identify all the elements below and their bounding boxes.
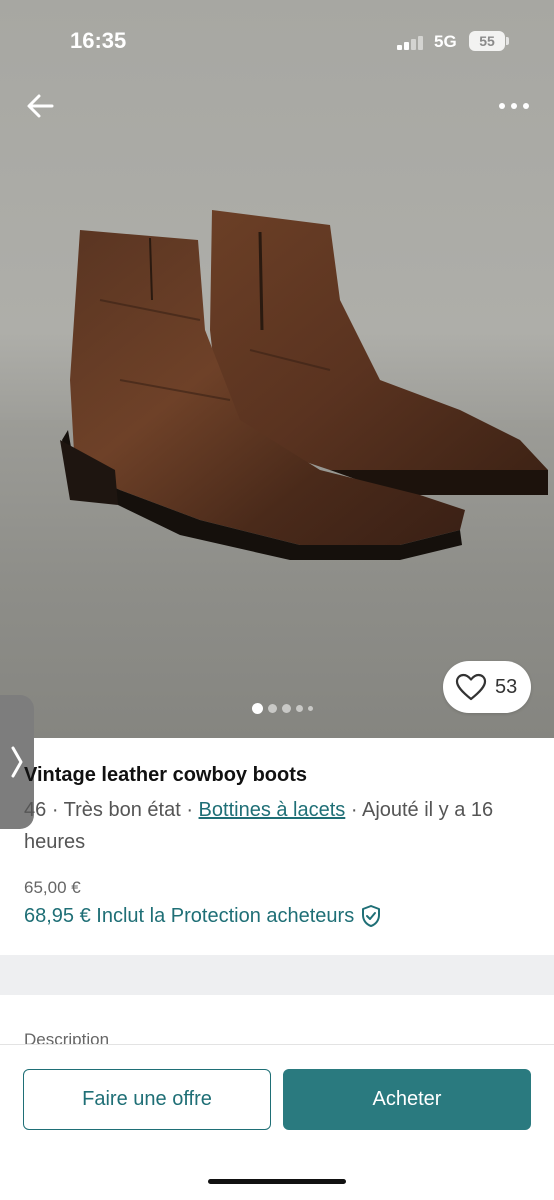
- back-arrow-icon[interactable]: [22, 88, 58, 124]
- item-category-link[interactable]: Bottines à lacets: [199, 799, 346, 821]
- item-size: 46: [24, 799, 47, 821]
- item-price: 65,00 €: [24, 878, 81, 897]
- status-time: 16:35: [70, 28, 127, 53]
- price-with-protection-label: 68,95 € Inclut la Protection acheteurs: [24, 904, 355, 927]
- item-meta: 46 · Très bon état · Bottines à lacets ·…: [24, 794, 524, 858]
- carousel-dot[interactable]: [268, 704, 277, 713]
- section-divider: [0, 955, 554, 995]
- carousel-dots[interactable]: [252, 703, 313, 714]
- carousel-dot[interactable]: [252, 703, 263, 714]
- carousel-dot[interactable]: [282, 704, 291, 713]
- item-condition: · Très bon état ·: [51, 799, 193, 821]
- carousel-dot[interactable]: [296, 705, 303, 712]
- bottom-action-bar: Faire une offre Acheter: [0, 1044, 554, 1200]
- item-title: Vintage leather cowboy boots: [24, 764, 308, 786]
- chevron-right-icon: [11, 746, 23, 778]
- status-bar: 16:35 5G 55: [0, 0, 554, 80]
- boots-image: [60, 210, 548, 560]
- heart-icon: [455, 673, 487, 701]
- buy-button[interactable]: Acheter: [283, 1069, 531, 1130]
- favourite-button[interactable]: 53: [443, 661, 531, 713]
- network-label: 5G: [434, 32, 457, 51]
- battery-icon: 55: [469, 31, 509, 51]
- price-with-protection[interactable]: 68,95 € Inclut la Protection acheteurs: [24, 904, 382, 928]
- home-indicator[interactable]: [208, 1179, 346, 1184]
- carousel-dot[interactable]: [308, 706, 313, 711]
- shield-check-icon: [362, 905, 381, 927]
- description-label: Description: [24, 1030, 110, 1044]
- product-photo[interactable]: [0, 0, 554, 738]
- more-options-icon[interactable]: [492, 92, 536, 120]
- favourite-count: 53: [495, 675, 518, 698]
- signal-icon: [397, 36, 423, 50]
- make-offer-button[interactable]: Faire une offre: [23, 1069, 271, 1130]
